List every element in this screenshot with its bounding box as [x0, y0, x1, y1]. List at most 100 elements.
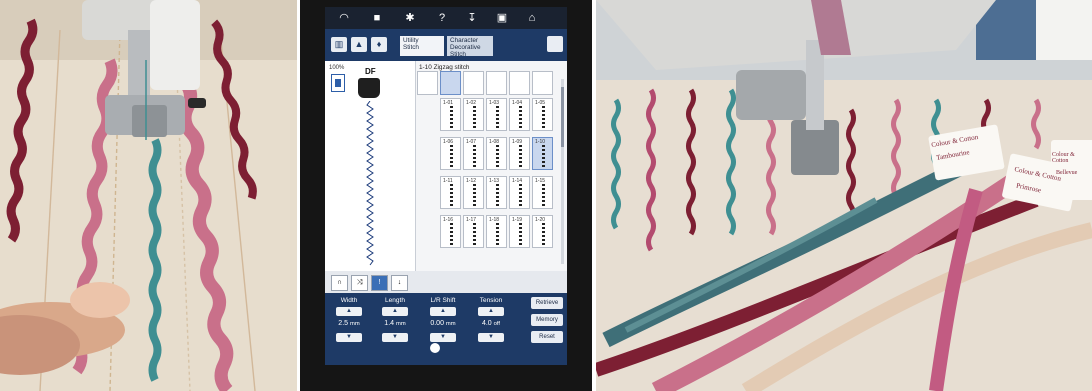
- zoom-icon: [331, 74, 345, 92]
- needle-position-icon: !: [371, 275, 388, 291]
- stitch-cell: 1-12: [463, 176, 484, 209]
- stitch-preview-icon: [366, 101, 374, 266]
- stitch-cell: 1-18: [486, 215, 507, 248]
- stitch-cell-header: [486, 71, 507, 95]
- stitch-pattern-icon: [542, 145, 545, 167]
- length-down-icon: ▼: [382, 333, 408, 342]
- stitch-pattern-icon: [450, 184, 453, 206]
- sewing-closeup-illustration: [0, 0, 297, 391]
- stitch-cell: 1-16: [440, 215, 461, 248]
- memory-button: Memory: [531, 314, 563, 326]
- photo-threads-and-fabric: Colour & Cotton Tambourine Colour & Cott…: [596, 0, 1092, 391]
- zoom-level: 100%: [329, 65, 345, 71]
- gear-icon: ✱: [405, 12, 415, 24]
- stitch-option-row: ∩ ⤨ ! ↓: [325, 271, 567, 293]
- threads-illustration: [596, 0, 1092, 391]
- stitch-pattern-icon: [496, 223, 499, 245]
- book-icon: ▥: [331, 37, 347, 52]
- tension-up-icon: ▲: [478, 307, 504, 316]
- stitch-pattern-icon: [542, 184, 545, 206]
- stitch-pattern-icon: [519, 145, 522, 167]
- needle-icon: ↧: [467, 12, 477, 24]
- stitch-pattern-icon: [450, 223, 453, 245]
- photo-sewing-foot-closeup: [0, 0, 297, 391]
- tension-label: Tension: [479, 297, 503, 304]
- stitch-cell: 1-14: [509, 176, 530, 209]
- stitch-pattern-icon: [519, 223, 522, 245]
- stitch-pattern-icon: [542, 223, 545, 245]
- stitch-cell-header: [463, 71, 484, 95]
- lr-shift-value: 0.00 mm: [430, 320, 456, 327]
- presser-foot-icon: [358, 78, 380, 98]
- stitch-settings-panel: Width Length L/R Shift Tension ▲ ▲ ▲ ▲ 2…: [325, 293, 567, 365]
- length-label: Length: [385, 297, 405, 304]
- stitch-cell: 1-05: [532, 98, 553, 131]
- stitch-pattern-icon: [519, 184, 522, 206]
- width-up-icon: ▲: [336, 307, 362, 316]
- stitch-cell: 1-07: [463, 137, 484, 170]
- camera-icon: ■: [373, 12, 381, 24]
- lock-icon: ▣: [496, 12, 508, 24]
- stitch-cell: 1-15: [532, 176, 553, 209]
- width-label: Width: [340, 297, 358, 304]
- top-icon-bar: ◠ ■ ✱ ? ↧ ▣ ⌂: [325, 7, 567, 29]
- mirror-icon: ⤨: [351, 275, 368, 291]
- stitch-pattern-icon: [496, 184, 499, 206]
- scrollbar: [561, 79, 564, 264]
- thread-card-name: Bellevue: [1056, 170, 1078, 176]
- lr-shift-up-icon: ▲: [430, 307, 456, 316]
- length-value: 1.4 mm: [384, 320, 406, 327]
- touchscreen: ◠ ■ ✱ ? ↧ ▣ ⌂ ▥ ▲ ♦ Utility Stitch Charac…: [325, 7, 567, 365]
- width-value: 2.5 mm: [338, 320, 360, 327]
- lr-shift-down-icon: ▼: [430, 333, 456, 342]
- stitch-cell: 1-17: [463, 215, 484, 248]
- stitch-pattern-icon: [519, 106, 522, 128]
- stitch-pattern-icon: [473, 184, 476, 206]
- thread-card-brand: Colour & Cotton: [1052, 152, 1075, 164]
- stitch-cell: 1-04: [509, 98, 530, 131]
- width-down-icon: ▼: [336, 333, 362, 342]
- stitch-cell: 1-06: [440, 137, 461, 170]
- lr-shift-label: L/R Shift: [430, 297, 456, 304]
- reset-button: Reset: [531, 331, 563, 343]
- stitch-cell-header: [532, 71, 553, 95]
- home-icon: ⌂: [528, 12, 536, 24]
- stitch-cell: 1-09: [509, 137, 530, 170]
- foot-code: DF: [365, 67, 376, 76]
- tension-down-icon: ▼: [478, 333, 504, 342]
- pin-icon: ♦: [371, 37, 387, 52]
- stitch-cell: 1-10: [532, 137, 553, 170]
- stitch-cell: 1-03: [486, 98, 507, 131]
- presser-foot-icon: ▲: [351, 37, 367, 52]
- length-up-icon: ▲: [382, 307, 408, 316]
- mode-toolbar: ▥ ▲ ♦ Utility Stitch Character Decorative S…: [325, 29, 567, 61]
- tension-value: 4.0 off: [481, 320, 501, 327]
- stitch-cell-header: [509, 71, 530, 95]
- stitch-cell: 1-19: [509, 215, 530, 248]
- stitch-cell-header: [417, 71, 438, 95]
- stitch-pattern-icon: [450, 106, 453, 128]
- help-icon: ?: [438, 12, 446, 24]
- stitch-pattern-icon: [473, 106, 476, 128]
- stitch-pattern-icon: [450, 145, 453, 167]
- stitch-pattern-icon: [496, 145, 499, 167]
- stitch-pattern-icon: [473, 145, 476, 167]
- clock-icon: [430, 343, 440, 353]
- stitch-cell: 1-01: [440, 98, 461, 131]
- tab-utility-stitch: Utility Stitch: [400, 36, 444, 56]
- photo-machine-touchscreen: ◠ ■ ✱ ? ↧ ▣ ⌂ ▥ ▲ ♦ Utility Stitch Charac…: [300, 0, 592, 391]
- retrieve-button: Retrieve: [531, 297, 563, 309]
- tab-decorative-stitch: Character Decorative Stitch: [447, 36, 493, 58]
- edit-icon: [547, 36, 563, 52]
- stitch-pattern-icon: [473, 223, 476, 245]
- stitch-cell: 1-02: [463, 98, 484, 131]
- stitch-cell-header: [440, 71, 461, 95]
- stitch-pattern-icon: [496, 106, 499, 128]
- return-icon: ∩: [331, 275, 348, 291]
- stitch-cell: 1-13: [486, 176, 507, 209]
- stitch-cell: 1-20: [532, 215, 553, 248]
- stitch-cell: 1-11: [440, 176, 461, 209]
- stitch-pattern-icon: [542, 106, 545, 128]
- end-point-icon: ↓: [391, 275, 408, 291]
- category-title: 1-10 Zigzag stitch: [419, 64, 470, 71]
